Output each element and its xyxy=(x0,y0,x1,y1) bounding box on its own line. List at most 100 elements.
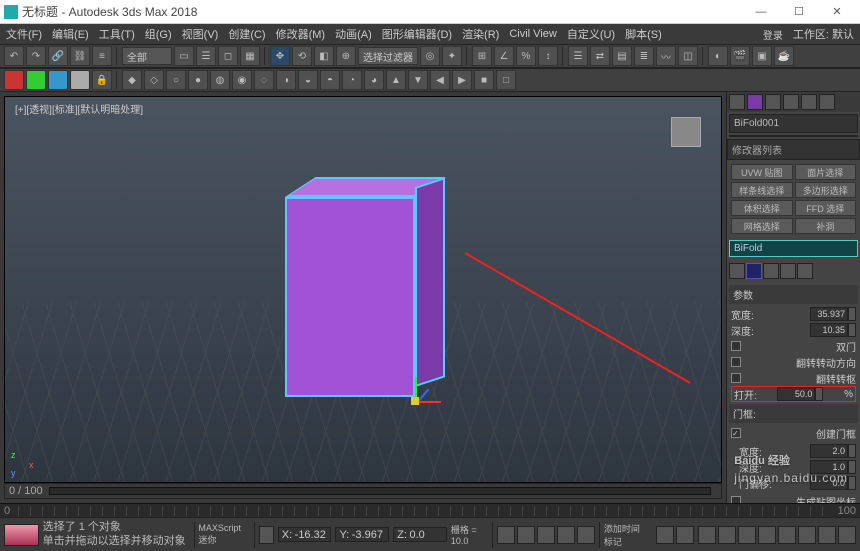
workspace-label[interactable]: 工作区: 默认 xyxy=(793,26,854,42)
coord-y-field[interactable]: Y: -3.967 xyxy=(335,527,389,542)
schematic-icon[interactable]: ◫ xyxy=(678,46,698,66)
menu-civilview[interactable]: Civil View xyxy=(509,28,556,40)
tb2-a-icon[interactable]: ◆ xyxy=(122,70,142,90)
spinner-arrows-icon[interactable] xyxy=(848,476,856,490)
min-max-icon[interactable] xyxy=(838,526,856,544)
stack-remove-icon[interactable] xyxy=(780,263,796,279)
menu-scripting[interactable]: 脚本(S) xyxy=(625,26,662,42)
menu-create[interactable]: 创建(C) xyxy=(228,26,265,42)
redo-icon[interactable]: ↷ xyxy=(26,46,46,66)
setkey-button[interactable] xyxy=(656,526,674,544)
mod-patchsel-button[interactable]: 面片选择 xyxy=(795,164,857,180)
close-button[interactable]: ✕ xyxy=(818,1,856,23)
create-frame-checkbox[interactable] xyxy=(731,428,741,438)
named-selset-icon[interactable]: ☰ xyxy=(568,46,588,66)
transform-gizmo[interactable] xyxy=(401,387,431,417)
render-icon[interactable]: ☕ xyxy=(774,46,794,66)
tb2-q-icon[interactable]: ■ xyxy=(474,70,494,90)
spinner-arrows-icon[interactable] xyxy=(848,307,856,321)
mod-volsel-button[interactable]: 体积选择 xyxy=(731,200,793,216)
placement-icon[interactable]: ⊕ xyxy=(336,46,356,66)
tb2-c-icon[interactable]: ○ xyxy=(166,70,186,90)
flip-hinge-checkbox[interactable] xyxy=(731,373,741,383)
layer-icon[interactable]: ≣ xyxy=(634,46,654,66)
rotate-icon[interactable]: ⟲ xyxy=(292,46,312,66)
menu-modifiers[interactable]: 修改器(M) xyxy=(276,26,326,42)
menu-rendering[interactable]: 渲染(R) xyxy=(462,26,499,42)
selected-object-bifold[interactable] xyxy=(285,177,445,397)
swatch-red-icon[interactable] xyxy=(4,70,24,90)
tab-create-icon[interactable] xyxy=(729,94,745,110)
angle-snap-icon[interactable]: ∠ xyxy=(494,46,514,66)
select-name-icon[interactable]: ☰ xyxy=(196,46,216,66)
flip-swing-checkbox[interactable] xyxy=(731,357,741,367)
tb2-r-icon[interactable]: □ xyxy=(496,70,516,90)
tab-modify-icon[interactable] xyxy=(747,94,763,110)
gen-mapping-checkbox[interactable] xyxy=(731,496,741,503)
tb2-l-icon[interactable]: ◕ xyxy=(364,70,384,90)
material-icon[interactable]: ◐ xyxy=(708,46,728,66)
viewport-label[interactable]: [+][透视][标准][默认明暗处理] xyxy=(15,101,143,116)
pivot-icon[interactable]: ◎ xyxy=(420,46,440,66)
swatch-blue-icon[interactable] xyxy=(48,70,68,90)
zoom-all-icon[interactable] xyxy=(818,526,836,544)
stack-pin-icon[interactable] xyxy=(729,263,745,279)
mod-splinesel-button[interactable]: 样条线选择 xyxy=(731,182,793,198)
tb2-m-icon[interactable]: ▲ xyxy=(386,70,406,90)
modifier-list-dropdown[interactable]: 修改器列表 xyxy=(727,139,860,160)
swatch-green-icon[interactable] xyxy=(26,70,46,90)
window-crossing-icon[interactable]: ▦ xyxy=(240,46,260,66)
mod-uvw-button[interactable]: UVW 贴图 xyxy=(731,164,793,180)
tab-motion-icon[interactable] xyxy=(783,94,799,110)
percent-snap-icon[interactable]: % xyxy=(516,46,536,66)
mod-caphole-button[interactable]: 补洞 xyxy=(795,218,857,234)
refcoord-combo[interactable]: 选择过滤器 xyxy=(358,47,418,65)
tb2-h-icon[interactable]: ◑ xyxy=(276,70,296,90)
goto-start-icon[interactable] xyxy=(497,526,515,544)
menu-grapheditors[interactable]: 图形编辑器(D) xyxy=(382,26,452,42)
tb2-f-icon[interactable]: ◉ xyxy=(232,70,252,90)
mirror-icon[interactable]: ⇄ xyxy=(590,46,610,66)
spinner-arrows-icon[interactable] xyxy=(848,323,856,337)
bind-icon[interactable]: ≡ xyxy=(92,46,112,66)
undo-icon[interactable]: ↶ xyxy=(4,46,24,66)
menu-animation[interactable]: 动画(A) xyxy=(335,26,372,42)
menu-group[interactable]: 组(G) xyxy=(145,26,172,42)
link-icon[interactable]: 🔗 xyxy=(48,46,68,66)
frame-width-spinner[interactable] xyxy=(810,444,848,458)
select-rect-icon[interactable]: ◻ xyxy=(218,46,238,66)
stack-config-icon[interactable] xyxy=(797,263,813,279)
render-frame-icon[interactable]: ▣ xyxy=(752,46,772,66)
spinner-arrows-icon[interactable] xyxy=(848,460,856,474)
tab-utilities-icon[interactable] xyxy=(819,94,835,110)
tb2-k-icon[interactable]: ◔ xyxy=(342,70,362,90)
snap-icon[interactable]: ⊞ xyxy=(472,46,492,66)
menu-edit[interactable]: 编辑(E) xyxy=(52,26,89,42)
login-link[interactable]: 登录 xyxy=(763,27,783,42)
keyfilter-button[interactable] xyxy=(676,526,694,544)
next-frame-icon[interactable] xyxy=(557,526,575,544)
mod-polysel-button[interactable]: 多边形选择 xyxy=(795,182,857,198)
mod-meshsel-button[interactable]: 网格选择 xyxy=(731,218,793,234)
maxscript-label[interactable]: MAXScript 迷你 xyxy=(198,523,249,546)
tb2-o-icon[interactable]: ◀ xyxy=(430,70,450,90)
timeline-ruler[interactable]: 0100 xyxy=(0,503,860,517)
curve-editor-icon[interactable]: 〰 xyxy=(656,46,676,66)
lock-icon[interactable]: 🔒 xyxy=(92,70,112,90)
object-name-field[interactable]: BiFold001 xyxy=(729,114,858,133)
addtime-label[interactable]: 添加时间标记 xyxy=(604,522,648,548)
prev-frame-icon[interactable] xyxy=(517,526,535,544)
maximize-vp-icon[interactable] xyxy=(778,526,796,544)
spinner-arrows-icon[interactable] xyxy=(815,387,823,401)
viewport-perspective[interactable]: [+][透视][标准][默认明暗处理] xzy xyxy=(4,96,722,483)
tb2-i-icon[interactable]: ◒ xyxy=(298,70,318,90)
frame-depth-spinner[interactable] xyxy=(810,460,848,474)
select-object-icon[interactable]: ▭ xyxy=(174,46,194,66)
object-color-swatch[interactable] xyxy=(729,135,858,137)
render-setup-icon[interactable]: 🎬 xyxy=(730,46,750,66)
width-spinner[interactable] xyxy=(810,307,848,321)
stack-show-icon[interactable] xyxy=(746,263,762,279)
maximize-button[interactable]: ☐ xyxy=(780,1,818,23)
goto-end-icon[interactable] xyxy=(577,526,595,544)
selection-filter-combo[interactable]: 全部 xyxy=(122,47,172,65)
